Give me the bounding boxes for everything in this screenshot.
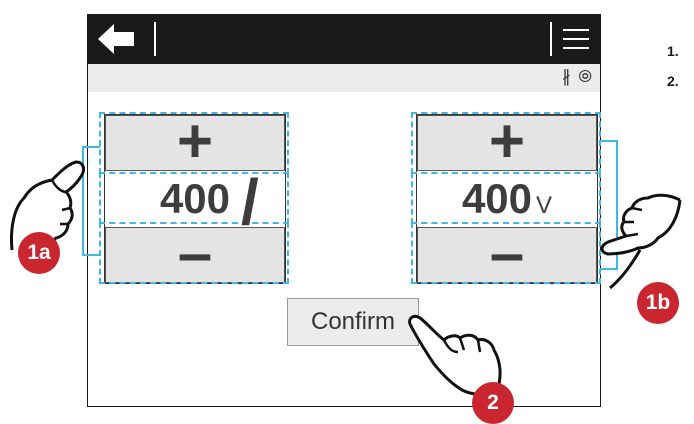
titlebar-separator (154, 22, 156, 56)
confirm-button[interactable]: Confirm (287, 298, 419, 346)
right-value-control: + 400 V – (416, 111, 598, 285)
step-badge-1a: 1a (18, 232, 60, 274)
list-item: 1. (667, 43, 679, 59)
list-item: 2. (667, 73, 679, 89)
title-bar (88, 15, 600, 64)
step-badge-2: 2 (472, 382, 514, 424)
menu-button[interactable] (560, 23, 594, 55)
pointing-hand-icon (600, 193, 682, 290)
status-bar: ∦ ⦾ (88, 64, 600, 92)
bluetooth-icon: ∦ (562, 67, 571, 86)
right-increment-button[interactable]: + (417, 111, 597, 173)
back-button[interactable] (94, 21, 150, 57)
left-value: 400 (159, 175, 231, 222)
right-value: 400 (461, 175, 533, 222)
back-arrow-icon (98, 24, 134, 54)
left-increment-button[interactable]: + (105, 111, 285, 173)
value-separator: / (241, 166, 259, 238)
voltage-unit: V (536, 192, 553, 219)
menu-icon (563, 29, 589, 31)
signal-icon: ⦾ (578, 67, 592, 86)
titlebar-separator (550, 22, 552, 56)
right-decrement-button[interactable]: – (417, 223, 597, 285)
step-badge-1b: 1b (637, 282, 679, 324)
steps-list: 1. 2. (667, 36, 679, 96)
